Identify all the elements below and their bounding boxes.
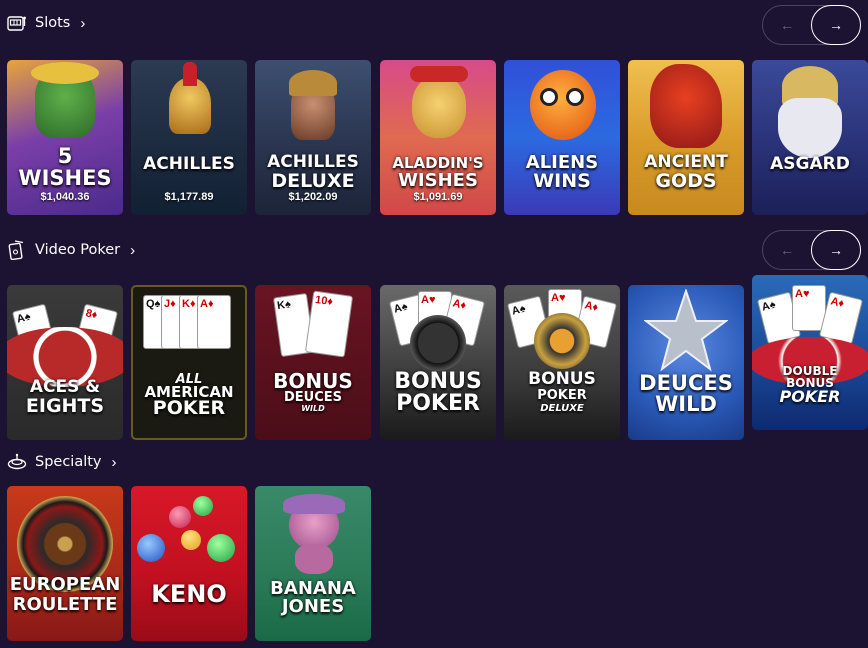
game-tile-achilles[interactable]: ACHILLES $1,177.89 [131,60,247,215]
game-tile-ancient-gods[interactable]: ANCIENT GODS [628,60,744,215]
game-tile-deuces-wild[interactable]: DEUCES WILD [628,285,744,440]
game-tile-achilles-deluxe[interactable]: ACHILLES DELUXE $1,202.09 [255,60,371,215]
specialty-header-link[interactable]: Specialty › [7,453,117,471]
game-tile-aliens-wins[interactable]: ALIENS WINS [504,60,620,215]
jackpot-amount: $1,040.36 [40,191,90,203]
video-poker-carousel-nav: ← → [762,230,861,270]
game-title-line: GODS [655,170,717,192]
game-title-line: ALADDIN'S [392,154,484,172]
game-title-line: ASGARD [770,154,850,174]
section-title: Specialty [35,454,102,470]
section-title: Slots [35,15,71,31]
card-graphic: 10♦ [304,290,354,358]
game-tile-bonus-deuces-wild[interactable]: K♠ 10♦ BONUS DEUCES WILD [255,285,371,440]
game-tile-european-roulette[interactable]: EUROPEAN ROULETTE [7,486,123,641]
jackpot-amount: $1,177.89 [164,191,214,203]
jackpot-amount: $1,202.09 [288,191,338,203]
game-title-line: POKER [779,387,841,406]
arrow-left-icon[interactable]: ← [763,231,811,269]
game-tile-double-bonus-poker[interactable]: A♠ A♥ A♦ DOUBLE BONUS POKER [752,275,868,430]
game-title-line: POKER [396,391,480,416]
game-title-line: BONUS [528,369,596,389]
game-tile-bonus-poker[interactable]: A♠ A♥ A♦ BONUS POKER [380,285,496,440]
game-title-line: DEUCES [639,371,733,395]
game-title-line: KENO [151,580,227,608]
game-title-line: ACHILLES [143,154,235,174]
chevron-right-icon: › [111,453,117,471]
game-title-line: DEUCES [283,390,342,405]
game-tile-all-american-poker[interactable]: Q♠ J♦ K♦ A♦ ALL AMERICAN POKER [131,285,247,440]
chevron-right-icon: › [80,14,86,32]
game-title-line: WILD [655,392,717,416]
game-title-line: DELUXE [271,170,355,192]
game-tile-aladdins-wishes[interactable]: ALADDIN'S WISHES $1,091.69 [380,60,496,215]
game-title-line: WISHES [18,166,112,190]
game-title-line: ACES & [29,377,101,397]
roulette-icon [7,453,27,470]
slots-carousel-nav: ← → [762,5,861,45]
game-tile-aces-eights[interactable]: A♠ 8♦ ACES & EIGHTS [7,285,123,440]
slot-machine-icon [7,16,26,31]
game-tile-banana-jones[interactable]: BANANA JONES [255,486,371,641]
game-tile-5-wishes[interactable]: 5 WISHES $1,040.36 [7,60,123,215]
arrow-left-icon[interactable]: ← [763,6,811,44]
playing-cards-icon [8,240,24,260]
arrow-right-icon[interactable]: → [811,5,861,45]
game-title-line: POKER [152,397,226,419]
jackpot-amount: $1,091.69 [413,191,463,203]
card-graphic: A♦ [197,295,231,349]
section-title: Video Poker [35,242,121,258]
game-title-line: ACHILLES [267,152,359,172]
game-title-line: ROULETTE [12,594,118,615]
game-title-line: BONUS [394,369,482,394]
game-title-line: WISHES [398,170,478,191]
star-graphic [644,289,728,372]
video-poker-header-link[interactable]: Video Poker › [7,240,135,260]
game-tile-bonus-poker-deluxe[interactable]: A♠ A♥ A♦ BONUS POKER DELUXE [504,285,620,440]
game-title-line: DELUXE [540,403,584,414]
game-tile-keno[interactable]: KENO [131,486,247,641]
arrow-right-icon[interactable]: → [811,230,861,270]
game-title-line: WILD [301,404,325,413]
chevron-right-icon: › [130,241,136,259]
game-title-line: ANCIENT [644,152,728,172]
game-title-line: BONUS [273,369,353,393]
game-title-line: WINS [533,170,591,192]
game-title-line: EIGHTS [25,395,105,417]
game-tile-asgard[interactable]: ASGARD [752,60,868,215]
game-title-line: 5 [57,144,73,168]
slots-header-link[interactable]: Slots › [7,14,85,32]
game-title-line: POKER [537,388,587,403]
game-title-line: JONES [281,596,345,617]
game-title-line: EUROPEAN [9,574,121,595]
